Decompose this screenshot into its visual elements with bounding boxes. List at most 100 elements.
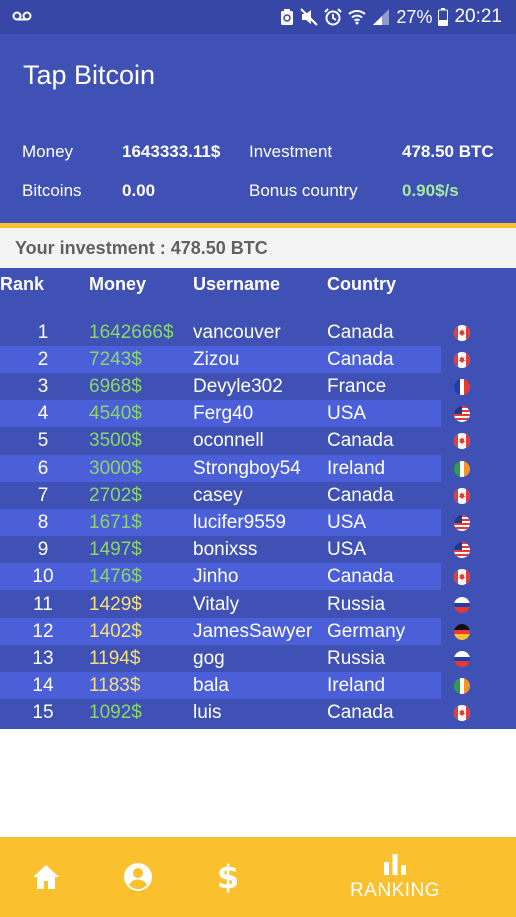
canada-flag-icon [454,433,470,449]
nav-ranking-label: RANKING [349,880,441,901]
canada-flag-icon [454,705,470,721]
username-cell: JamesSawyer [193,621,313,642]
russia-flag-icon [454,597,470,613]
table-row[interactable]: 14 1183$ bala Ireland [0,672,516,699]
header-country: Country [327,274,396,294]
usa-flag-icon [454,542,470,558]
investment-bar: Your investment : 478.50 BTC [0,228,516,268]
username-cell: Ferg40 [193,403,254,424]
table-row[interactable]: 7 2702$ casey Canada [0,482,516,509]
username-cell: Zizou [193,349,240,370]
money-cell: 1429$ [89,594,142,615]
header-money: Money [89,274,147,294]
nav-home[interactable] [20,837,72,917]
money-cell: 1183$ [89,675,141,696]
username-cell: lucifer9559 [193,512,286,533]
username-cell: oconnell [193,430,264,451]
sync-icon [280,8,294,26]
germany-flag-icon [454,624,470,640]
table-row[interactable]: 11 1429$ Vitaly Russia [0,591,516,618]
username-cell: luis [193,702,222,723]
rank-cell: 6 [37,458,49,479]
table-row[interactable]: 9 1497$ bonixss USA [0,536,516,563]
rank-cell: 8 [37,512,49,533]
country-cell: Russia [327,648,386,669]
bitcoins-value: 0.00 [122,181,156,200]
table-row[interactable]: 5 3500$ oconnell Canada [0,427,516,454]
rank-cell: 7 [37,485,49,506]
nav-money[interactable]: $ [204,837,252,917]
table-row[interactable]: 4 4540$ Ferg40 USA [0,400,516,427]
rank-cell: 1 [37,322,49,343]
username-cell: bala [193,675,229,696]
money-cell: 1476$ [89,566,142,587]
country-cell: Canada [327,349,394,370]
money-value: 1643333.11$ [122,142,221,161]
voicemail-icon [12,10,32,22]
rank-cell: 15 [32,702,54,723]
rank-cell: 10 [32,566,54,587]
home-icon [31,863,61,891]
ireland-flag-icon [454,461,470,477]
rank-cell: 14 [32,675,54,696]
table-row[interactable]: 1 1642666$ vancouver Canada [0,319,516,346]
country-cell: Ireland [327,675,386,696]
country-cell: Russia [327,594,386,615]
rank-cell: 5 [37,430,49,451]
canada-flag-icon [454,325,470,341]
money-cell: 1642666$ [89,322,174,343]
nav-ranking[interactable]: RANKING [340,837,450,917]
country-cell: Germany [327,621,406,642]
battery-percent: 27% [396,6,433,27]
table-row[interactable]: 13 1194$ gog Russia [0,645,516,672]
username-cell: casey [193,485,243,506]
country-cell: Canada [327,430,394,451]
header-rank: Rank [0,274,45,294]
country-cell: Ireland [327,458,386,479]
table-row[interactable]: 10 1476$ Jinho Canada [0,563,516,590]
usa-flag-icon [454,406,470,422]
money-cell: 6968$ [89,376,142,397]
table-row[interactable]: 8 1671$ lucifer9559 USA [0,509,516,536]
table-row[interactable]: 15 1092$ luis Canada [0,699,516,726]
wifi-icon [348,9,367,25]
rank-cell: 3 [37,376,49,397]
rank-cell: 13 [32,648,54,669]
country-cell: France [327,376,387,397]
alarm-icon [324,8,343,26]
table-row[interactable]: 12 1402$ JamesSawyer Germany [0,618,516,645]
country-cell: USA [327,512,367,533]
country-cell: USA [327,403,367,424]
france-flag-icon [454,379,470,395]
username-cell: gog [193,648,225,669]
investment-label: Investment [249,142,333,161]
nav-profile[interactable] [112,837,164,917]
money-cell: 1497$ [89,539,142,560]
canada-flag-icon [454,488,470,504]
signal-icon [372,8,390,26]
investment-value: 478.50 BTC [402,142,494,161]
username-cell: vancouver [193,322,281,343]
ireland-flag-icon [454,678,470,694]
ranking-table: Rank Money Username Country 1 1642666$ van… [0,268,516,729]
money-cell: 4540$ [89,403,142,424]
dollar-icon: $ [216,858,240,896]
table-row[interactable]: 3 6968$ Devyle302 France [0,373,516,400]
money-cell: 1402$ [89,621,142,642]
bonus-country-value: 0.90$/s [402,181,459,200]
money-cell: 3500$ [89,430,142,451]
table-row[interactable]: 2 7243$ Zizou Canada [0,346,516,373]
bar-chart-icon [382,852,408,876]
money-cell: 1092$ [89,702,142,723]
header-username: Username [193,274,281,294]
country-cell: Canada [327,322,394,343]
username-cell: Strongboy54 [193,458,301,479]
money-cell: 7243$ [89,349,142,370]
country-cell: Canada [327,702,394,723]
app-title: Tap Bitcoin [23,60,156,90]
canada-flag-icon [454,569,470,585]
table-row[interactable]: 6 3000$ Strongboy54 Ireland [0,455,516,482]
clock: 20:21 [454,6,502,27]
bitcoins-label: Bitcoins [22,181,82,200]
rank-cell: 11 [33,594,53,615]
